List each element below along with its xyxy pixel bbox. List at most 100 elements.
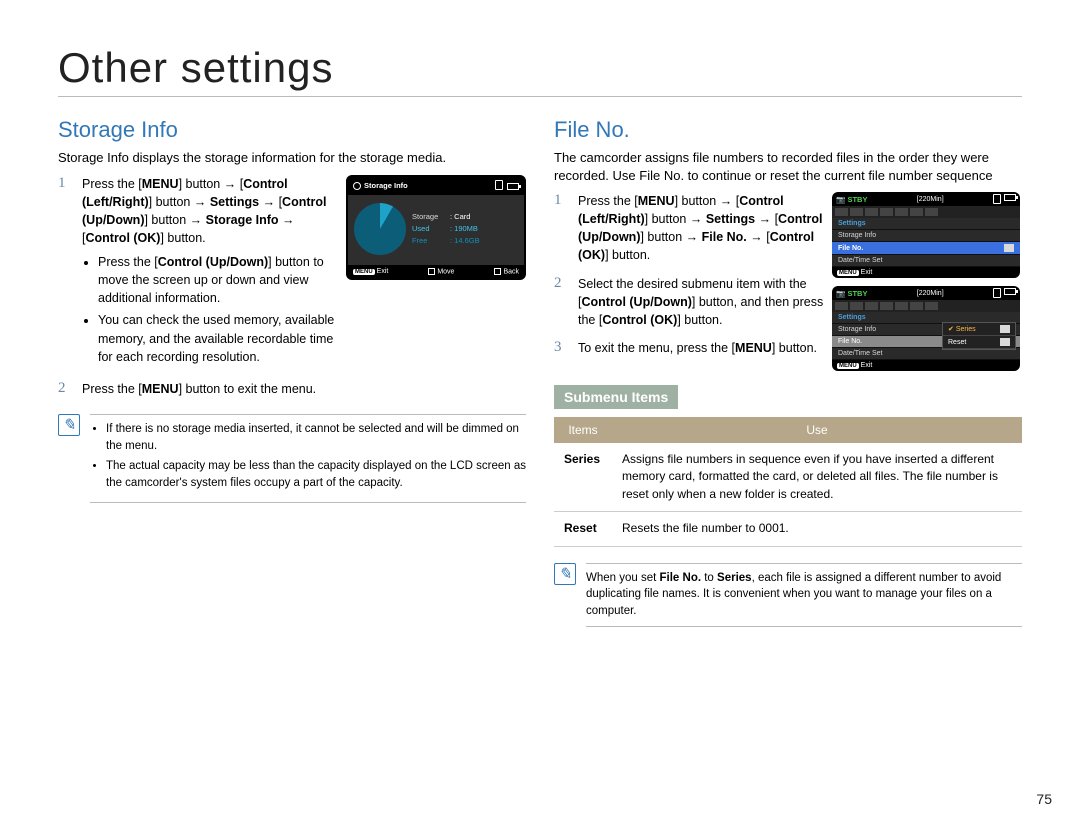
t: ] button to exit the menu.: [179, 382, 317, 396]
submenu-item-selected: ✔ Series: [943, 323, 1015, 336]
storage-value: : Card: [450, 212, 470, 221]
exit-label: Exit: [861, 269, 873, 276]
t: Press the [: [578, 194, 638, 208]
t: Reset: [948, 339, 966, 346]
t: Control (OK): [602, 313, 677, 327]
submenu-item: Reset: [943, 336, 1015, 349]
t: ] button →: [645, 212, 706, 226]
t: → [: [747, 230, 770, 244]
fileno-intro: The camcorder assigns file numbers to re…: [554, 149, 1022, 184]
t: When you set: [586, 572, 660, 584]
t: Series: [956, 326, 976, 333]
folder-icon: [1004, 244, 1014, 252]
check-icon: ✔: [948, 326, 954, 333]
storage-device-screenshot: Storage Info Storage: Card Used: 190MB F…: [346, 175, 526, 280]
list-item: Date/Time Set: [832, 255, 1020, 267]
t: Press the [: [82, 177, 142, 191]
move-label: Move: [437, 268, 454, 275]
note-bullet: The actual capacity may be less than the…: [106, 458, 526, 491]
tab-strip: [832, 300, 1020, 312]
t: MENU: [735, 341, 772, 355]
t: ] button → [: [179, 177, 244, 191]
t: ] button →: [144, 213, 205, 227]
battery-icon: [507, 183, 519, 190]
fileno-step-3: 3 To exit the menu, press the [MENU] but…: [554, 339, 824, 357]
note-bullet: If there is no storage media inserted, i…: [106, 421, 526, 454]
free-value: : 14.6GB: [450, 236, 480, 245]
t: MENU: [142, 177, 179, 191]
table-row: Series Assigns file numbers in sequence …: [554, 443, 1022, 512]
list-item: Storage Info: [832, 230, 1020, 242]
battery-icon: [1004, 194, 1016, 201]
used-value: : 190MB: [450, 224, 478, 233]
menu-key-icon: MENU: [353, 269, 375, 275]
t: Control (Up/Down): [158, 255, 268, 269]
exit-label: Exit: [861, 362, 873, 369]
step-number: 2: [554, 275, 568, 329]
t: Press the [: [98, 255, 158, 269]
note-icon: ✎: [554, 563, 576, 585]
settings-header: Settings: [832, 218, 1020, 230]
fileno-device-screenshot-2: 📷 STBY [220Min] Settings Storage Info Fi…: [832, 286, 1020, 371]
storage-step-1: 1 Press the [MENU] button → [Control (Le…: [58, 175, 338, 370]
fileno-section: File No. The camcorder assigns file numb…: [554, 117, 1022, 627]
minutes-label: [220Min]: [917, 290, 944, 297]
table-row: Reset Resets the file number to 0001.: [554, 512, 1022, 546]
t: → [: [755, 212, 778, 226]
bullet: Press the [Control (Up/Down)] button to …: [98, 253, 338, 307]
t: MENU: [142, 382, 179, 396]
t: File No.: [838, 245, 863, 252]
t: Settings: [210, 195, 259, 209]
storage-info-section: Storage Info Storage Info displays the s…: [58, 117, 526, 627]
move-icon: [428, 268, 435, 275]
sdcard-icon: [993, 288, 1001, 298]
t: Control (Up/Down): [581, 295, 691, 309]
storage-label: Storage: [412, 211, 450, 223]
free-label: Free: [412, 235, 450, 247]
device-title: Storage Info: [364, 181, 408, 190]
stby-label: STBY: [847, 289, 867, 298]
stby-label: STBY: [847, 195, 867, 204]
t: Settings: [706, 212, 755, 226]
minutes-label: [220Min]: [917, 196, 944, 203]
page-number: 75: [1036, 791, 1052, 807]
storage-heading: Storage Info: [58, 117, 526, 143]
t: Control (OK): [85, 231, 160, 245]
used-label: Used: [412, 223, 450, 235]
folder-icon: [1000, 338, 1010, 346]
tab-strip: [832, 206, 1020, 218]
sdcard-icon: [495, 180, 503, 190]
t: Press the [: [82, 382, 142, 396]
t: ] button.: [772, 341, 817, 355]
t: ] button.: [677, 313, 722, 327]
col-use: Use: [612, 417, 1022, 443]
submenu-items-heading: Submenu Items: [554, 385, 678, 409]
note-icon: ✎: [58, 414, 80, 436]
t: ] button.: [605, 248, 650, 262]
t: Storage Info: [206, 213, 279, 227]
t: → [: [259, 195, 282, 209]
folder-icon: [1000, 325, 1010, 333]
cell-use: Resets the file number to 0001.: [612, 512, 1022, 546]
col-items: Items: [554, 417, 612, 443]
t: ] button →: [149, 195, 210, 209]
page-title: Other settings: [58, 44, 1022, 97]
t: File No.: [702, 230, 747, 244]
fileno-note: ✎ When you set File No. to Series, each …: [554, 563, 1022, 627]
t: to: [701, 572, 717, 584]
sdcard-icon: [993, 194, 1001, 204]
t: MENU: [638, 194, 675, 208]
cell-item: Series: [554, 443, 612, 512]
t: File No.: [660, 572, 702, 584]
fileno-step-2: 2 Select the desired submenu item with t…: [554, 275, 824, 329]
list-item-selected: File No.: [832, 242, 1020, 255]
storage-note: ✎ If there is no storage media inserted,…: [58, 414, 526, 503]
storage-step-2: 2 Press the [MENU] button to exit the me…: [58, 380, 526, 398]
camera-icon: 📷: [836, 289, 845, 298]
step-number: 1: [58, 175, 72, 370]
bullet: You can check the used memory, available…: [98, 311, 338, 365]
fileno-heading: File No.: [554, 117, 1022, 143]
fileno-device-screenshot-1: 📷 STBY [220Min] Settings Storage Info Fi…: [832, 192, 1020, 278]
battery-icon: [1004, 288, 1016, 295]
submenu-table: Items Use Series Assigns file numbers in…: [554, 417, 1022, 547]
